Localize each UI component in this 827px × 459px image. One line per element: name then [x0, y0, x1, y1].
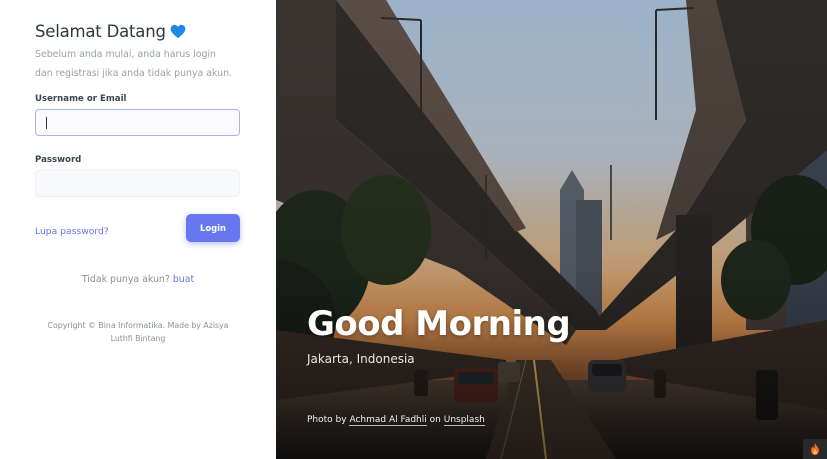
register-prompt: Tidak punya akun? buat — [0, 274, 276, 285]
username-input[interactable] — [35, 109, 240, 136]
register-text: Tidak punya akun? — [81, 274, 170, 285]
credit-middle: on — [429, 415, 441, 425]
username-label: Username or Email — [35, 94, 127, 104]
greeting-text: Good Morning — [307, 304, 571, 344]
login-panel: Selamat Datang Sebelum anda mulai, anda … — [0, 0, 276, 459]
password-input[interactable] — [35, 170, 240, 197]
credit-site-link[interactable]: Unsplash — [443, 415, 485, 426]
hero-panel: Good Morning Jakarta, Indonesia Photo by… — [276, 0, 827, 459]
fire-icon — [811, 443, 819, 455]
forgot-password-link[interactable]: Lupa password? — [35, 226, 109, 237]
fire-button[interactable] — [803, 439, 827, 459]
title-text: Selamat Datang — [35, 22, 166, 41]
city-flyover-photo — [276, 0, 827, 459]
location-text: Jakarta, Indonesia — [307, 352, 415, 366]
page-subtitle: Sebelum anda mulai, anda harus login dan… — [35, 49, 233, 79]
text-caret — [46, 117, 47, 129]
password-label: Password — [35, 155, 82, 165]
page-title: Selamat Datang — [35, 22, 186, 41]
credit-prefix: Photo by — [307, 415, 347, 425]
heart-icon — [170, 24, 186, 39]
login-button[interactable]: Login — [186, 214, 240, 242]
photo-credit: Photo by Achmad Al Fadhli on Unsplash — [307, 415, 485, 426]
credit-author-link[interactable]: Achmad Al Fadhli — [349, 415, 427, 426]
register-link[interactable]: buat — [173, 274, 194, 285]
copyright-text: Copyright © Bina Informatika. Made by Az… — [47, 321, 229, 343]
